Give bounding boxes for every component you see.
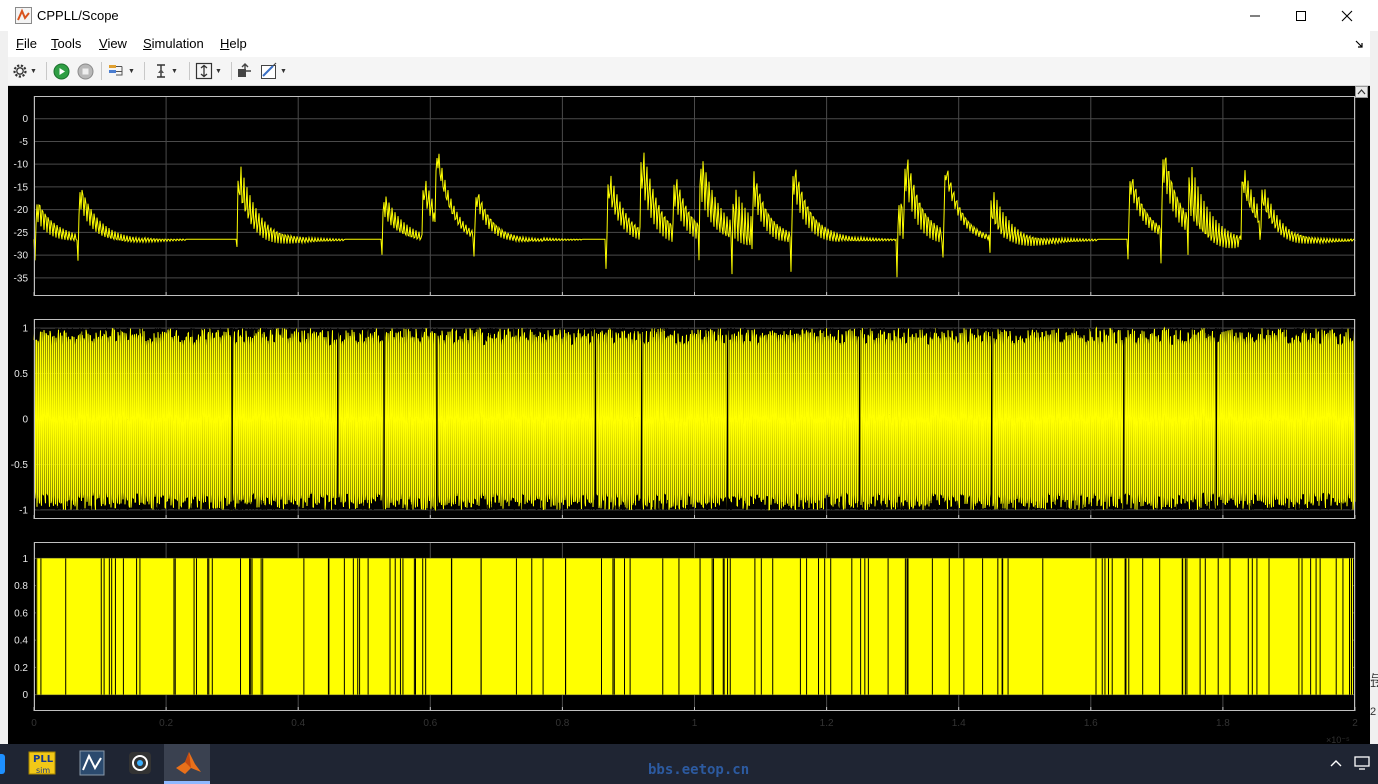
y-tick-label: -35	[14, 273, 29, 284]
menu-simulation-mnemonic: S	[143, 36, 152, 51]
x-tick-label: 1.2	[819, 718, 834, 729]
y-tick-label: 0	[22, 415, 28, 426]
signal-selector-button[interactable]: ▼	[108, 61, 135, 81]
y-tick-label: -5	[19, 137, 28, 148]
matlab-icon[interactable]	[173, 748, 205, 780]
title-bar: CPPLL/Scope	[0, 0, 1378, 31]
pll-label-bottom: sim	[36, 766, 51, 775]
y-tick-label: 0.5	[14, 369, 28, 380]
menu-help-rest: elp	[229, 36, 247, 51]
y-tick-label: -10	[14, 160, 29, 171]
style-button[interactable]: ▼	[260, 61, 287, 81]
x-tick-label: 2	[1352, 718, 1358, 729]
right-frame	[1370, 86, 1378, 744]
y-tick-label: 1	[22, 554, 28, 565]
tick-labels-layer: 0 -5 -10 -15 -20 -25 -30 -35 1 0.5 0 -0.5 -1 1 0.8 0.6 0…	[11, 114, 29, 701]
chip-tool-icon[interactable]	[125, 748, 157, 780]
minimize-icon	[1250, 15, 1260, 16]
peek-text-3: 2	[1370, 706, 1377, 718]
menu-view-rest: iew	[107, 36, 127, 51]
x-tick-label: 0	[31, 718, 37, 729]
y-tick-label: -1	[19, 505, 28, 516]
y-tick-label: 0.4	[14, 636, 28, 647]
y-tick-label: 0.2	[14, 663, 28, 674]
undock-plot-icon[interactable]	[1355, 86, 1368, 98]
close-button[interactable]	[1324, 0, 1370, 31]
x-tick-label: 0.6	[423, 718, 438, 729]
y-tick-label: 0.6	[14, 608, 28, 619]
maximize-button[interactable]	[1278, 0, 1324, 31]
run-button[interactable]	[53, 61, 70, 81]
window-title: CPPLL/Scope	[37, 8, 119, 23]
y-tick-label: 1	[22, 324, 28, 335]
style-icon	[261, 62, 277, 79]
x-exponent-label: ×10⁻⁵	[1326, 735, 1350, 745]
scope-app-icon	[15, 7, 32, 24]
minimize-button[interactable]	[1232, 0, 1278, 31]
stop-button[interactable]	[77, 61, 94, 81]
y-tick-label: 0	[22, 690, 28, 701]
y-tick-label: -0.5	[11, 460, 29, 471]
x-tick-label: 0.4	[291, 718, 306, 729]
menu-view[interactable]: View	[99, 36, 127, 51]
signal-icon	[109, 65, 123, 76]
y-tick-label: 0	[22, 114, 28, 125]
menu-bar: File Tools View Simulation Help	[8, 31, 1370, 57]
x-tick-label: 1.6	[1083, 718, 1098, 729]
scope-plot-area: 0 -5 -10 -15 -20 -25 -30 -35 1 0.5 0 -0.5 -1 1 0.8 0.6 0…	[8, 86, 1370, 744]
adc-tool-icon[interactable]	[77, 748, 109, 780]
x-tick-label: 1.4	[951, 718, 966, 729]
cursor-measurements-button[interactable]: ▼	[153, 61, 178, 81]
y-tick-label: -20	[14, 205, 29, 216]
menu-tools[interactable]: Tools	[51, 36, 81, 51]
restore-icon	[238, 63, 251, 77]
scale-icon	[195, 62, 213, 80]
left-frame	[0, 86, 8, 744]
menu-simulation[interactable]: Simulation	[143, 36, 204, 51]
x-tick-label: 0.2	[159, 718, 174, 729]
undock-arrow-icon[interactable]	[1354, 39, 1364, 49]
y-tick-label: -25	[14, 228, 29, 239]
watermark: bbs.eetop.cn	[648, 762, 750, 778]
x-tick-label: 0.8	[555, 718, 570, 729]
menu-file[interactable]: File	[16, 36, 37, 51]
y-tick-label: -15	[14, 182, 29, 193]
toolbar: ▼ ▼ ▼ ▼ ▼	[8, 57, 1370, 86]
stop-icon	[77, 63, 94, 79]
scope-displays: 0 -5 -10 -15 -20 -25 -30 -35 1 0.5 0 -0.5 -1 1 0.8 0.6 0…	[11, 96, 1356, 711]
pll-label-top: PLL	[33, 754, 54, 765]
x-tick-label: 1	[691, 718, 698, 729]
network-icon[interactable]	[1354, 756, 1370, 770]
y-tick-label: 0.8	[14, 581, 28, 592]
scale-axes-button[interactable]: ▼	[195, 61, 222, 81]
pll-sim-icon[interactable]: PLL sim	[27, 748, 59, 780]
menu-help-mnemonic: H	[220, 36, 230, 51]
menu-help[interactable]: Help	[220, 36, 247, 51]
y-tick-label: -30	[14, 251, 29, 262]
menu-file-rest: ile	[23, 36, 37, 51]
close-icon	[1341, 10, 1353, 21]
tray-chevron-icon[interactable]	[1330, 758, 1342, 768]
run-icon	[53, 63, 70, 79]
gear-icon	[13, 64, 27, 78]
menu-file-mnemonic: F	[16, 36, 24, 51]
trace-digital-output	[36, 558, 1353, 695]
cursor-icon	[157, 64, 165, 78]
peek-text-2: 12	[1370, 678, 1378, 690]
restore-view-button[interactable]	[236, 61, 252, 81]
menu-simulation-rest: imulation	[151, 36, 204, 51]
settings-button[interactable]: ▼	[12, 61, 37, 81]
menu-tools-rest: ools	[57, 36, 82, 51]
x-tick-label: 1.8	[1215, 718, 1230, 729]
maximize-icon	[1296, 10, 1306, 21]
